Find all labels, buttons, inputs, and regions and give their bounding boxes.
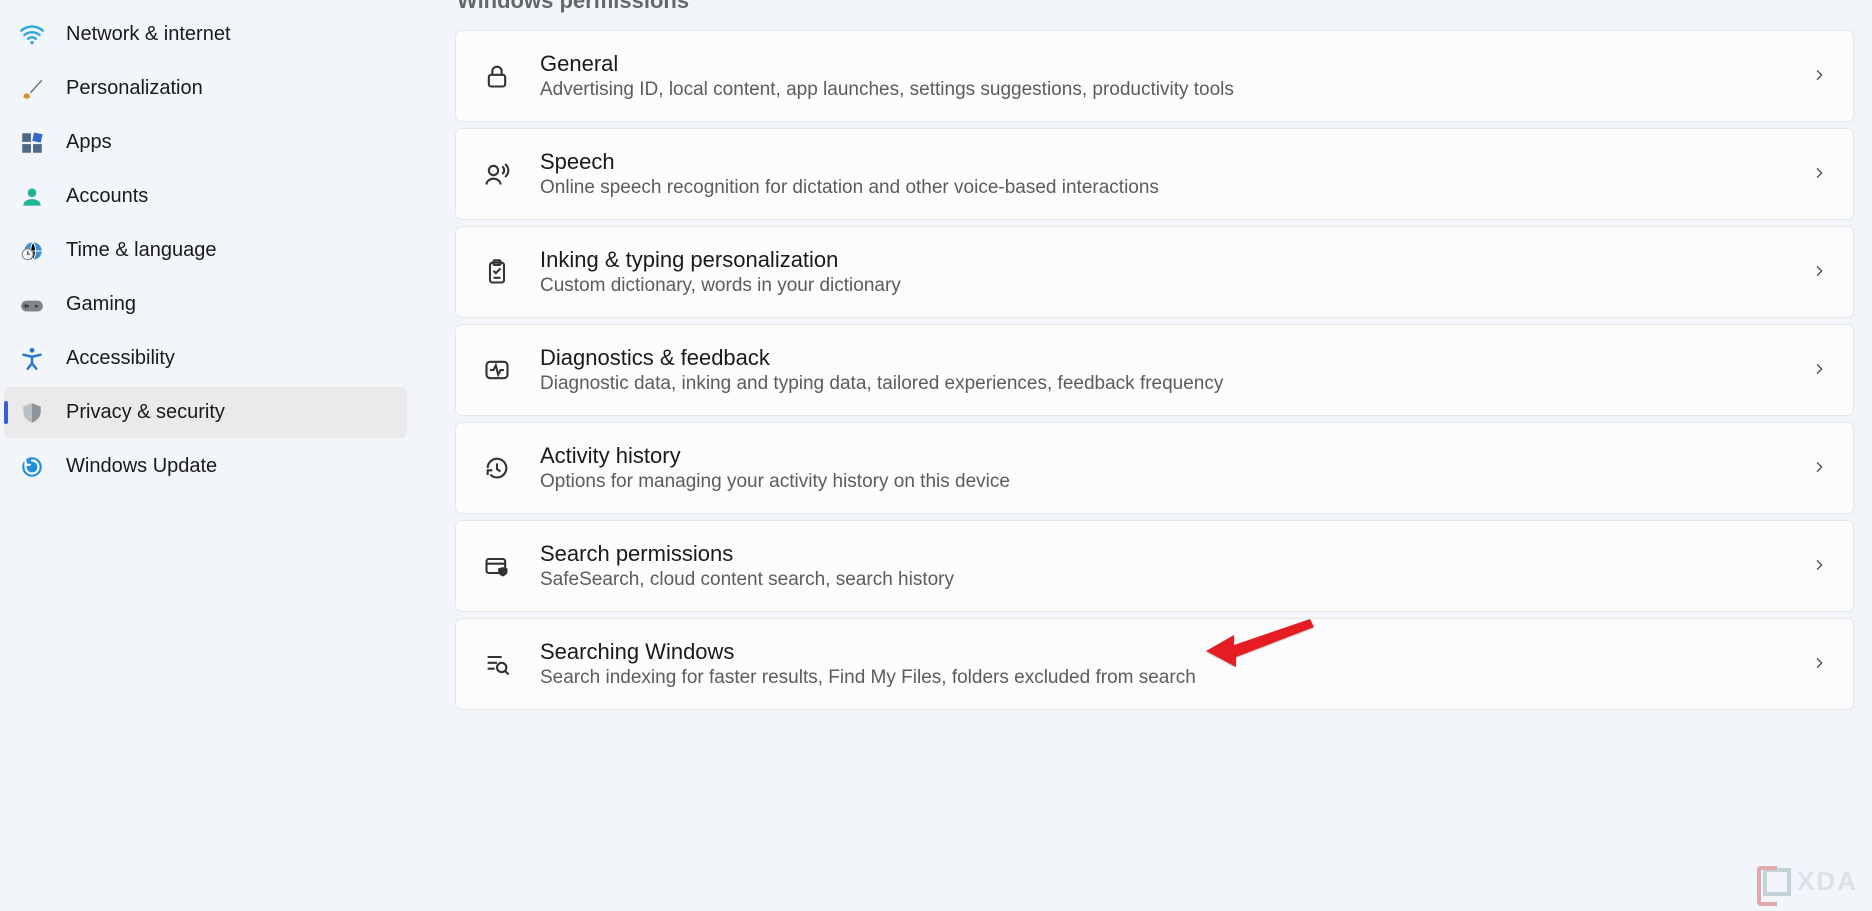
sidebar-item-label: Windows Update <box>66 455 217 478</box>
sidebar: Network & internet Personalization Apps … <box>0 0 415 911</box>
sidebar-item-personalization[interactable]: Personalization <box>4 63 407 114</box>
card-activity-history[interactable]: Activity history Options for managing yo… <box>455 422 1854 514</box>
card-title: Diagnostics & feedback <box>540 345 1799 371</box>
speech-icon <box>480 157 514 191</box>
wifi-icon <box>18 21 46 49</box>
lock-icon <box>480 59 514 93</box>
card-subtitle: Advertising ID, local content, app launc… <box>540 79 1799 101</box>
sidebar-item-accounts[interactable]: Accounts <box>4 171 407 222</box>
sidebar-item-windows-update[interactable]: Windows Update <box>4 441 407 492</box>
card-subtitle: SafeSearch, cloud content search, search… <box>540 569 1799 591</box>
chevron-right-icon <box>1811 655 1829 673</box>
chevron-right-icon <box>1811 361 1829 379</box>
chevron-right-icon <box>1811 67 1829 85</box>
globe-clock-icon <box>18 237 46 265</box>
card-subtitle: Options for managing your activity histo… <box>540 471 1799 493</box>
card-body: General Advertising ID, local content, a… <box>540 51 1799 101</box>
sidebar-item-label: Apps <box>66 131 112 154</box>
card-searching-windows[interactable]: Searching Windows Search indexing for fa… <box>455 618 1854 710</box>
watermark: XDA <box>1763 866 1858 897</box>
accessibility-icon <box>18 345 46 373</box>
card-search-permissions[interactable]: Search permissions SafeSearch, cloud con… <box>455 520 1854 612</box>
watermark-logo-icon <box>1763 868 1791 896</box>
card-body: Searching Windows Search indexing for fa… <box>540 639 1799 689</box>
sidebar-item-label: Personalization <box>66 77 203 100</box>
sidebar-item-label: Privacy & security <box>66 401 225 424</box>
apps-icon <box>18 129 46 157</box>
search-list-icon <box>480 647 514 681</box>
sidebar-item-network[interactable]: Network & internet <box>4 9 407 60</box>
chevron-right-icon <box>1811 165 1829 183</box>
card-subtitle: Online speech recognition for dictation … <box>540 177 1799 199</box>
main-content: Windows permissions General Advertising … <box>415 0 1872 911</box>
person-icon <box>18 183 46 211</box>
section-heading: Windows permissions <box>457 0 1854 14</box>
chevron-right-icon <box>1811 557 1829 575</box>
chevron-right-icon <box>1811 263 1829 281</box>
sidebar-item-label: Gaming <box>66 293 136 316</box>
sidebar-item-time-language[interactable]: Time & language <box>4 225 407 276</box>
sidebar-item-label: Accessibility <box>66 347 175 370</box>
card-diagnostics-feedback[interactable]: Diagnostics & feedback Diagnostic data, … <box>455 324 1854 416</box>
card-body: Search permissions SafeSearch, cloud con… <box>540 541 1799 591</box>
history-icon <box>480 451 514 485</box>
card-title: General <box>540 51 1799 77</box>
card-subtitle: Search indexing for faster results, Find… <box>540 667 1799 689</box>
card-body: Speech Online speech recognition for dic… <box>540 149 1799 199</box>
card-subtitle: Diagnostic data, inking and typing data,… <box>540 373 1799 395</box>
clipboard-icon <box>480 255 514 289</box>
gamepad-icon <box>18 291 46 319</box>
card-body: Diagnostics & feedback Diagnostic data, … <box>540 345 1799 395</box>
sidebar-item-label: Accounts <box>66 185 148 208</box>
card-title: Inking & typing personalization <box>540 247 1799 273</box>
card-title: Activity history <box>540 443 1799 469</box>
card-title: Speech <box>540 149 1799 175</box>
diagnostics-icon <box>480 353 514 387</box>
shield-icon <box>18 399 46 427</box>
sidebar-item-gaming[interactable]: Gaming <box>4 279 407 330</box>
sidebar-item-accessibility[interactable]: Accessibility <box>4 333 407 384</box>
paintbrush-icon <box>18 75 46 103</box>
watermark-text: XDA <box>1797 866 1858 897</box>
card-body: Inking & typing personalization Custom d… <box>540 247 1799 297</box>
sidebar-item-privacy-security[interactable]: Privacy & security <box>4 387 407 438</box>
card-inking-typing[interactable]: Inking & typing personalization Custom d… <box>455 226 1854 318</box>
card-title: Search permissions <box>540 541 1799 567</box>
card-shield-icon <box>480 549 514 583</box>
card-speech[interactable]: Speech Online speech recognition for dic… <box>455 128 1854 220</box>
sidebar-item-label: Network & internet <box>66 23 231 46</box>
sidebar-item-label: Time & language <box>66 239 216 262</box>
settings-app: Network & internet Personalization Apps … <box>0 0 1872 911</box>
card-body: Activity history Options for managing yo… <box>540 443 1799 493</box>
sidebar-item-apps[interactable]: Apps <box>4 117 407 168</box>
chevron-right-icon <box>1811 459 1829 477</box>
card-general[interactable]: General Advertising ID, local content, a… <box>455 30 1854 122</box>
card-subtitle: Custom dictionary, words in your diction… <box>540 275 1799 297</box>
card-title: Searching Windows <box>540 639 1799 665</box>
update-icon <box>18 453 46 481</box>
